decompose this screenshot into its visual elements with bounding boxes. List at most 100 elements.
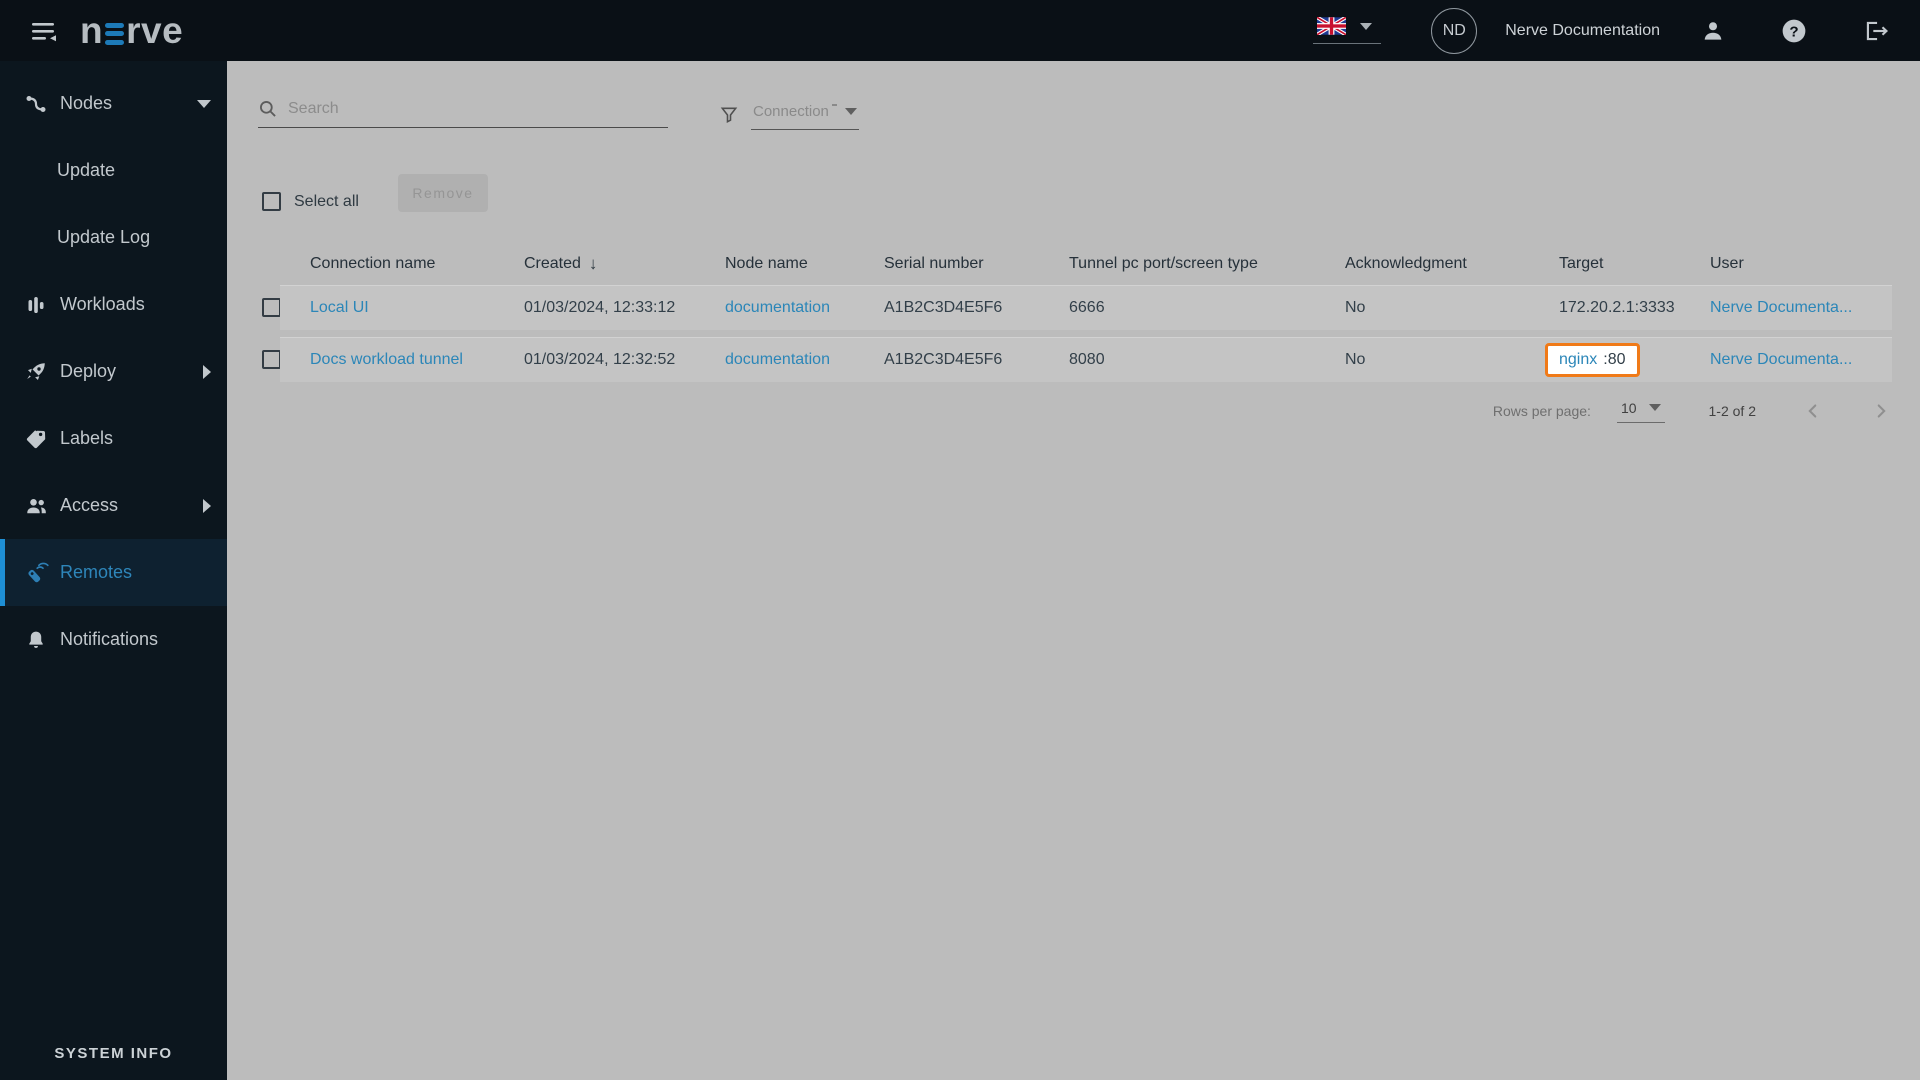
sidebar-item-label: Nodes — [60, 93, 113, 113]
pagination: Rows per page: 10 1-2 of 2 — [1493, 393, 1892, 429]
sidebar-item-labels[interactable]: Labels — [0, 405, 227, 472]
created-cell: 01/03/2024, 12:32:52 — [524, 351, 676, 368]
select-all-checkbox[interactable] — [262, 192, 281, 211]
serial-number-cell: A1B2C3D4E5F6 — [884, 299, 1003, 316]
column-header-acknowledgment[interactable]: Acknowledgment — [1345, 255, 1559, 273]
filter-label-truncation-mark — [831, 104, 837, 106]
sidebar-item-label: Update — [57, 160, 116, 180]
main-content: Connection Remove Select all Connection … — [227, 61, 1920, 1080]
column-header-connection-name[interactable]: Connection name — [280, 255, 524, 273]
serial-number-cell: A1B2C3D4E5F6 — [884, 351, 1003, 368]
filter-dropdown[interactable]: Connection — [751, 103, 859, 130]
row-checkbox[interactable] — [262, 350, 281, 369]
rows-per-page-select[interactable]: 10 — [1616, 399, 1665, 423]
logout-icon[interactable] — [1862, 18, 1890, 44]
target-cell: nginx :80 — [1545, 343, 1710, 377]
remove-button[interactable]: Remove — [398, 174, 488, 212]
sidebar-item-label: Remotes — [60, 562, 133, 582]
target-highlight-box: nginx :80 — [1545, 343, 1640, 377]
collapse-menu-icon[interactable] — [30, 19, 58, 43]
sort-desc-icon[interactable]: ↓ — [589, 254, 598, 274]
target-app-link[interactable]: nginx — [1559, 351, 1597, 369]
users-icon — [23, 494, 49, 518]
tunnel-port-cell: 6666 — [1069, 299, 1105, 316]
column-header-label: Created — [524, 255, 581, 272]
sidebar-item-label: Deploy — [60, 361, 117, 381]
previous-page-button[interactable] — [1802, 400, 1824, 422]
chevron-right-icon — [203, 498, 211, 513]
chevron-down-icon — [844, 108, 857, 115]
top-bar: n rve ND Nerve Documentation ? — [0, 0, 1920, 61]
avatar-initials: ND — [1442, 21, 1466, 39]
created-cell: 01/03/2024, 12:33:12 — [524, 299, 676, 316]
sidebar-item-update-log[interactable]: Update Log — [0, 204, 227, 271]
sidebar-item-remotes[interactable]: Remotes — [0, 539, 227, 606]
column-header-created[interactable]: Created ↓ — [524, 254, 725, 274]
nerve-logo: n rve — [80, 12, 183, 49]
search-input[interactable] — [288, 100, 668, 118]
logo-text-n: n — [80, 10, 104, 51]
user-link[interactable]: Nerve Documenta... — [1710, 299, 1892, 317]
column-header-user[interactable]: User — [1710, 255, 1892, 273]
select-all-row: Select all — [262, 192, 359, 211]
filter-label: Connection — [753, 103, 837, 120]
sidebar-item-label: Notifications — [60, 629, 159, 649]
avatar[interactable]: ND — [1431, 7, 1478, 54]
language-selector[interactable] — [1313, 17, 1382, 44]
rows-per-page-value: 10 — [1620, 399, 1637, 416]
target-cell: 172.20.2.1:3333 — [1559, 299, 1675, 316]
connection-name-link[interactable]: Local UI — [280, 299, 524, 317]
tunnel-port-cell: 8080 — [1069, 351, 1105, 368]
tag-icon — [23, 427, 49, 451]
column-header-target[interactable]: Target — [1559, 255, 1710, 273]
nodes-icon — [23, 92, 49, 116]
sidebar-item-label: Workloads — [60, 294, 145, 314]
row-checkbox[interactable] — [262, 298, 281, 317]
connection-name-link[interactable]: Docs workload tunnel — [280, 351, 524, 369]
sidebar-item-label: Labels — [60, 428, 114, 448]
next-page-button[interactable] — [1870, 400, 1892, 422]
column-header-serial-number[interactable]: Serial number — [884, 255, 1069, 273]
account-name: Nerve Documentation — [1505, 21, 1660, 39]
sidebar-item-deploy[interactable]: Deploy — [0, 338, 227, 405]
user-link[interactable]: Nerve Documenta... — [1710, 351, 1892, 369]
column-header-node-name[interactable]: Node name — [725, 255, 884, 273]
uk-flag-icon — [1317, 17, 1347, 35]
svg-text:?: ? — [1789, 23, 1798, 40]
pagination-range: 1-2 of 2 — [1708, 403, 1756, 419]
logo-text-rve: rve — [126, 10, 184, 51]
sidebar-item-label: Access — [60, 495, 119, 515]
sidebar-item-workloads[interactable]: Workloads — [0, 271, 227, 338]
chevron-down-icon — [1360, 22, 1373, 30]
acknowledgment-cell: No — [1345, 299, 1366, 316]
sidebar-item-nodes[interactable]: Nodes — [0, 70, 227, 137]
system-info-button[interactable]: SYSTEM INFO — [0, 1045, 227, 1062]
table-row: Local UI 01/03/2024, 12:33:12 documentat… — [262, 285, 1892, 330]
node-name-link[interactable]: documentation — [725, 299, 884, 317]
rows-per-page-label: Rows per page: — [1492, 403, 1591, 419]
connection-filter: Connection — [719, 103, 859, 130]
sidebar: Nodes Update Update Log Workloads Deploy… — [0, 61, 227, 1080]
sidebar-item-access[interactable]: Access — [0, 472, 227, 539]
bell-icon — [23, 628, 49, 652]
target-port: :80 — [1603, 351, 1626, 368]
table-header: Connection name Created ↓ Node name Seri… — [262, 247, 1892, 281]
workloads-icon — [23, 293, 49, 317]
select-all-label: Select all — [294, 192, 359, 210]
column-header-tunnel[interactable]: Tunnel pc port/screen type — [1069, 255, 1345, 273]
node-name-link[interactable]: documentation — [725, 351, 884, 369]
help-icon[interactable]: ? — [1781, 18, 1807, 44]
deploy-rocket-icon — [23, 360, 49, 384]
sidebar-item-update[interactable]: Update — [0, 137, 227, 204]
filter-funnel-icon — [719, 104, 739, 130]
sidebar-item-notifications[interactable]: Notifications — [0, 606, 227, 673]
sidebar-item-label: Update Log — [57, 227, 151, 247]
table-row: Docs workload tunnel 01/03/2024, 12:32:5… — [262, 337, 1892, 382]
search-field — [258, 99, 668, 128]
user-profile-icon[interactable] — [1700, 18, 1726, 44]
chevron-right-icon — [203, 364, 211, 379]
language-underline — [1313, 43, 1382, 44]
search-icon — [258, 99, 278, 119]
acknowledgment-cell: No — [1345, 351, 1366, 368]
remote-control-icon — [23, 560, 49, 586]
